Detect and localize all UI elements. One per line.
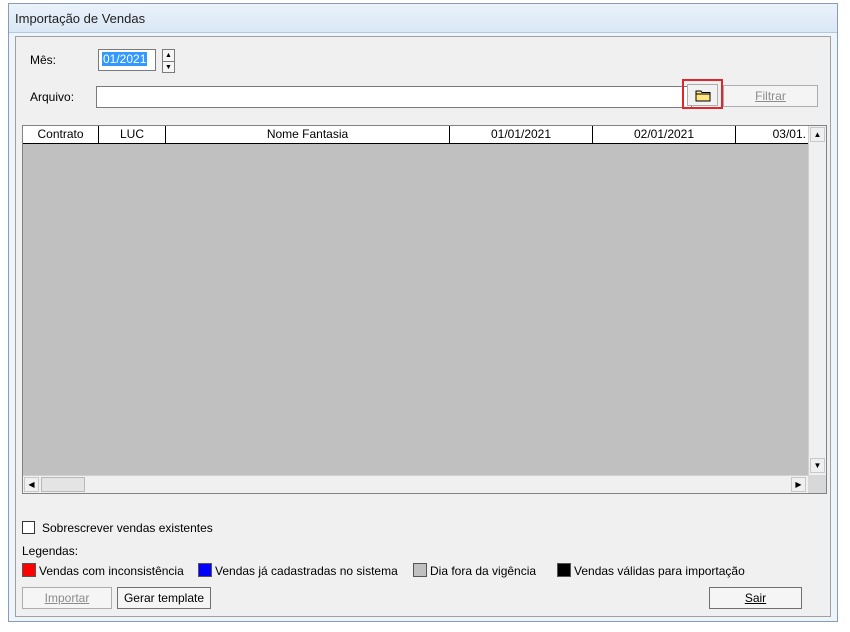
- spin-up-icon[interactable]: ▲: [163, 50, 174, 61]
- scroll-left-icon[interactable]: ◀: [24, 477, 39, 492]
- importacao-vendas-window: Importação de Vendas Mês: 01/2021 ▲ ▼ Ar…: [8, 3, 838, 622]
- filtrar-button[interactable]: Filtrar: [723, 85, 818, 107]
- importar-label: Importar: [44, 591, 90, 605]
- legend-swatch-blue: [198, 563, 212, 577]
- vertical-scrollbar[interactable]: ▲ ▼: [808, 126, 826, 476]
- sobrescrever-label[interactable]: Sobrescrever vendas existentes: [42, 521, 213, 535]
- gerar-template-label: Gerar template: [123, 591, 205, 605]
- window-title: Importação de Vendas: [9, 4, 837, 33]
- horizontal-scroll-thumb[interactable]: [41, 477, 85, 492]
- legend-label-validas: Vendas válidas para importação: [574, 564, 745, 578]
- grid-header: Contrato LUC Nome Fantasia 01/01/2021 02…: [23, 126, 808, 144]
- window-client-area: Mês: 01/2021 ▲ ▼ Arquivo: Filtrar Contra…: [15, 36, 831, 617]
- scroll-down-icon[interactable]: ▼: [810, 458, 825, 473]
- legend-swatch-red: [22, 563, 36, 577]
- scrollbar-corner: [808, 475, 826, 493]
- legend-label-cadastradas: Vendas já cadastradas no sistema: [215, 564, 398, 578]
- legend-swatch-gray: [413, 563, 427, 577]
- folder-icon: [695, 90, 710, 101]
- sair-label: Sair: [744, 591, 767, 605]
- horizontal-scrollbar[interactable]: ◀ ▶: [23, 475, 808, 493]
- sair-button[interactable]: Sair: [709, 587, 802, 609]
- filtrar-label: Filtrar: [755, 89, 786, 103]
- gerar-template-button[interactable]: Gerar template: [117, 587, 211, 609]
- scroll-up-icon[interactable]: ▲: [810, 127, 825, 142]
- importar-button[interactable]: Importar: [22, 587, 112, 609]
- legend-swatch-black: [557, 563, 571, 577]
- column-header-date-3[interactable]: 03/01.: [736, 126, 808, 143]
- legend-label-inconsistencia: Vendas com inconsistência: [39, 564, 184, 578]
- mes-spinner[interactable]: ▲ ▼: [162, 49, 175, 73]
- legend-label-fora-vigencia: Dia fora da vigência: [430, 564, 537, 578]
- column-header-luc[interactable]: LUC: [99, 126, 166, 143]
- legend-title: Legendas:: [22, 544, 79, 558]
- browse-folder-button[interactable]: [687, 84, 718, 106]
- spin-down-icon[interactable]: ▼: [163, 61, 174, 72]
- mes-label: Mês:: [30, 53, 57, 67]
- sobrescrever-checkbox[interactable]: [22, 521, 35, 534]
- sales-grid[interactable]: Contrato LUC Nome Fantasia 01/01/2021 02…: [22, 125, 827, 494]
- mes-input[interactable]: 01/2021: [98, 49, 156, 71]
- mes-value: 01/2021: [102, 52, 148, 66]
- column-header-contrato[interactable]: Contrato: [23, 126, 99, 143]
- arquivo-input[interactable]: [96, 86, 692, 108]
- column-header-date-2[interactable]: 02/01/2021: [593, 126, 736, 143]
- column-header-nome-fantasia[interactable]: Nome Fantasia: [166, 126, 450, 143]
- arquivo-label: Arquivo:: [30, 90, 75, 104]
- scroll-right-icon[interactable]: ▶: [791, 477, 806, 492]
- column-header-date-1[interactable]: 01/01/2021: [450, 126, 593, 143]
